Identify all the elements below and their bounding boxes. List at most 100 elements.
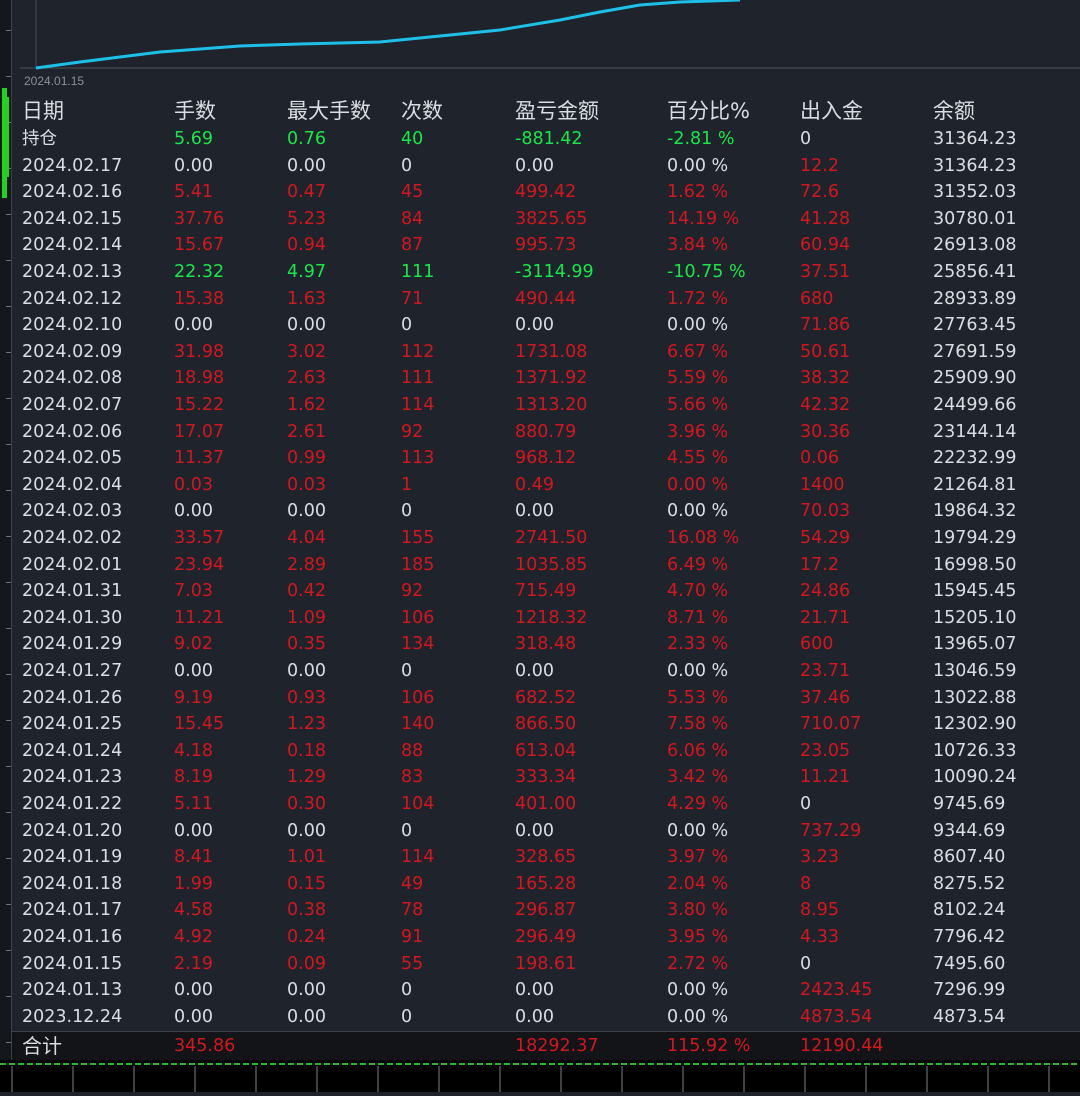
cell-profit: -881.42 — [515, 129, 583, 149]
cell-balance: 31352.03 — [933, 182, 1017, 203]
cell-balance: 27763.45 — [933, 315, 1017, 336]
cell-count: 1 — [401, 474, 413, 495]
cell-count: 155 — [401, 528, 435, 548]
cell-lots: 22.32 — [174, 262, 225, 282]
cell-profit: 296.49 — [515, 927, 577, 947]
header-profit: 盈亏金额 — [515, 99, 599, 123]
table-row: 2023.12.24 0.00 0.00 0 0.00 0.00 % 4873.54 4873… — [12, 1004, 1080, 1031]
table-row: 2024.01.29 9.02 0.35 134 318.48 2.33 % 600 1396… — [12, 631, 1080, 658]
cell-profit: 198.61 — [515, 953, 577, 974]
cell-date: 2024.02.03 — [22, 501, 123, 522]
cell-count: 185 — [401, 554, 435, 575]
cell-percent: 2.72 % — [667, 953, 729, 974]
cell-percent: 2.33 % — [667, 634, 729, 655]
cell-max-lots: 0.00 — [287, 1006, 326, 1027]
cell-deposit: 17.2 — [800, 554, 839, 575]
cell-date: 持仓 — [22, 129, 57, 149]
equity-chart-svg: 2024.01.15 — [20, 0, 1080, 88]
cell-max-lots: 0.03 — [287, 474, 326, 495]
cell-max-lots: 0.09 — [287, 953, 326, 974]
cell-date: 2024.01.15 — [22, 953, 123, 974]
cell-percent: 7.58 % — [667, 714, 729, 735]
cell-date: 2024.01.20 — [22, 820, 123, 841]
cell-lots: 5.11 — [174, 794, 213, 814]
cell-percent: 8.71 % — [667, 607, 729, 628]
cell-percent: 3.96 % — [667, 421, 729, 442]
table-row: 2024.01.23 8.19 1.29 83 333.34 3.42 % 11.21 100… — [12, 764, 1080, 791]
scale-tick — [6, 490, 11, 491]
scale-tick — [6, 950, 11, 951]
cell-deposit: 37.51 — [800, 262, 851, 282]
cell-count: 88 — [401, 740, 424, 761]
cell-lots: 17.07 — [174, 421, 225, 442]
cell-date: 2024.01.27 — [22, 661, 123, 681]
cell-count: 0 — [401, 661, 413, 681]
cell-balance: 31364.23 — [933, 155, 1017, 176]
cell-percent: 4.70 % — [667, 581, 729, 602]
table-row: 2024.02.09 31.98 3.02 112 1731.08 6.67 % 50.61… — [12, 339, 1080, 366]
cell-deposit: 23.71 — [800, 661, 851, 681]
cell-deposit: 3.23 — [800, 847, 839, 868]
cell-max-lots: 4.04 — [287, 528, 326, 548]
cell-count: 111 — [401, 262, 435, 282]
cell-date: 2024.01.25 — [22, 714, 123, 735]
scale-tick — [6, 628, 11, 629]
scale-tick — [6, 904, 11, 905]
cell-date: 2024.02.12 — [22, 288, 123, 309]
cell-percent: 5.66 % — [667, 395, 729, 415]
cell-count: 40 — [401, 129, 424, 149]
cell-date: 2024.02.13 — [22, 262, 123, 282]
cell-balance: 4873.54 — [933, 1006, 1006, 1027]
cell-balance: 21264.81 — [933, 474, 1017, 495]
cell-deposit: 38.32 — [800, 368, 851, 389]
cell-profit: 3825.65 — [515, 208, 588, 229]
cell-lots: 11.37 — [174, 448, 225, 469]
cell-deposit: 4873.54 — [800, 1006, 873, 1027]
cell-deposit: 2423.45 — [800, 980, 873, 1001]
cell-date: 2024.01.24 — [22, 740, 123, 761]
cell-max-lots: 0.00 — [287, 315, 326, 336]
cell-balance: 7296.99 — [933, 980, 1006, 1001]
cell-deposit: 737.29 — [800, 820, 862, 841]
cell-deposit: 54.29 — [800, 528, 851, 548]
cell-lots: 4.58 — [174, 900, 213, 921]
table-row: 2024.01.22 5.11 0.30 104 401.00 4.29 % 0 9745.6… — [12, 791, 1080, 818]
table-row: 2024.02.05 11.37 0.99 113 968.12 4.55 % 0.06 22… — [12, 445, 1080, 472]
cell-date: 2024.02.16 — [22, 182, 123, 203]
cell-profit: 715.49 — [515, 581, 577, 602]
cell-percent: 6.67 % — [667, 341, 729, 362]
cell-profit: 296.87 — [515, 900, 577, 921]
cell-profit: 0.00 — [515, 315, 554, 336]
cell-lots: 0.00 — [174, 980, 213, 1001]
cell-count: 113 — [401, 448, 435, 469]
table-row: 2024.01.26 9.19 0.93 106 682.52 5.53 % 37.46 13… — [12, 685, 1080, 712]
cell-lots: 0.00 — [174, 155, 213, 176]
cell-balance: 24499.66 — [933, 395, 1017, 415]
cell-count: 55 — [401, 953, 424, 974]
cell-count: 0 — [401, 315, 413, 336]
cell-date: 2024.01.16 — [22, 927, 123, 947]
cell-balance: 8607.40 — [933, 847, 1006, 868]
cell-percent: 0.00 % — [667, 501, 729, 522]
table-row: 2024.02.10 0.00 0.00 0 0.00 0.00 % 71.86 27763.… — [12, 312, 1080, 339]
cell-percent: 0.00 % — [667, 980, 729, 1001]
table-row: 2024.01.17 4.58 0.38 78 296.87 3.80 % 8.95 8102… — [12, 897, 1080, 924]
cell-count: 134 — [401, 634, 435, 655]
cell-deposit: 70.03 — [800, 501, 851, 522]
table-row: 2024.01.20 0.00 0.00 0 0.00 0.00 % 737.29 9344.… — [12, 818, 1080, 845]
cell-deposit: 0 — [800, 129, 812, 149]
cell-date: 2024.01.29 — [22, 634, 123, 655]
cell-date: 2024.02.07 — [22, 395, 123, 415]
cell-balance: 30780.01 — [933, 208, 1017, 229]
cell-profit: 2741.50 — [515, 528, 588, 548]
cell-deposit: 0.06 — [800, 448, 839, 469]
scale-tick — [6, 536, 11, 537]
cell-percent: 3.95 % — [667, 927, 729, 947]
cell-percent: 0.00 % — [667, 315, 729, 336]
cell-percent: -2.81 % — [667, 129, 735, 149]
table-row: 2024.01.19 8.41 1.01 114 328.65 3.97 % 3.23 860… — [12, 844, 1080, 871]
cell-lots: 33.57 — [174, 528, 225, 548]
cell-percent: 5.59 % — [667, 368, 729, 389]
cell-count: 71 — [401, 288, 424, 309]
scale-tick — [6, 812, 11, 813]
